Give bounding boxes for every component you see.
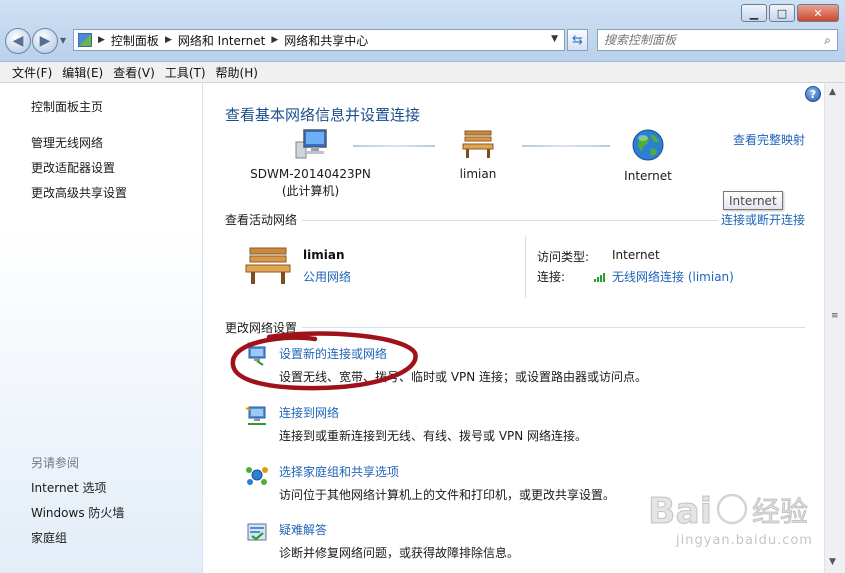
back-arrow-icon: ◀	[12, 33, 24, 49]
recent-pages-dropdown[interactable]: ▼	[60, 36, 66, 45]
sidebar-item-homegroup[interactable]: 家庭组	[31, 529, 67, 546]
close-button[interactable]: ✕	[797, 4, 839, 22]
map-node-network[interactable]: limian	[438, 128, 518, 183]
connect-network-icon	[245, 406, 266, 425]
vertical-divider	[525, 236, 526, 298]
wireless-connection-link[interactable]: 无线网络连接 (limian)	[612, 270, 734, 284]
active-networks-heading: 查看活动网络	[225, 213, 298, 227]
access-type-value: Internet	[612, 248, 660, 262]
connection-value[interactable]: 无线网络连接 (limian)	[594, 268, 734, 285]
breadcrumb-network-sharing-center[interactable]: 网络和共享中心	[284, 32, 368, 49]
access-type-label: 访问类型:	[537, 250, 590, 264]
section-divider	[302, 220, 718, 221]
connection-label: 连接:	[537, 270, 566, 284]
search-icon[interactable]: ⌕	[824, 33, 831, 48]
sidebar-item-internet-options[interactable]: Internet 选项	[31, 479, 106, 496]
tooltip: Internet	[723, 191, 783, 210]
troubleshoot-description: 诊断并修复网络问题，或获得故障排除信息。	[279, 546, 520, 560]
menu-view[interactable]: 查看(V)	[113, 64, 155, 81]
refresh-icon: ⇆	[572, 32, 583, 48]
scroll-thumb-grip-icon[interactable]: ≡	[831, 311, 839, 321]
chevron-right-icon[interactable]: ▶	[98, 35, 105, 45]
wireless-signal-icon	[594, 272, 608, 282]
chevron-down-icon: ▼	[60, 36, 67, 45]
left-navigation-pane: 控制面板主页 管理无线网络 更改适配器设置 更改高级共享设置 另请参阅 Inte…	[0, 83, 203, 573]
see-also-heading: 另请参阅	[31, 456, 80, 470]
breadcrumb-network-internet[interactable]: 网络和 Internet	[178, 32, 265, 49]
help-icon[interactable]: ?	[805, 86, 821, 102]
window-titlebar: ▁ □ ✕ ◀ ▶ ▼ ▶ 控制面板 ▶ 网络和 Internet ▶ 网络和共…	[0, 0, 845, 62]
new-connection-icon	[246, 342, 266, 366]
menu-tools[interactable]: 工具(T)	[165, 64, 206, 81]
minimize-button[interactable]: ▁	[741, 4, 767, 22]
back-button[interactable]: ◀	[5, 28, 31, 54]
setup-new-connection-link[interactable]: 设置新的连接或网络	[279, 345, 387, 362]
map-node-internet[interactable]: Internet	[608, 128, 688, 185]
chevron-right-icon[interactable]: ▶	[165, 35, 172, 45]
menu-file[interactable]: 文件(F)	[12, 64, 52, 81]
network-bench-icon	[245, 247, 291, 284]
menu-edit[interactable]: 编辑(E)	[62, 64, 103, 81]
view-full-map-link[interactable]: 查看完整映射	[733, 131, 805, 148]
change-settings-heading: 更改网络设置	[225, 321, 298, 335]
map-node-computer[interactable]: SDWM-20140423PN (此计算机)	[243, 128, 378, 200]
breadcrumb-control-panel[interactable]: 控制面板	[111, 32, 159, 49]
sidebar-item-manage-wireless[interactable]: 管理无线网络	[31, 134, 103, 151]
address-bar[interactable]: ▶ 控制面板 ▶ 网络和 Internet ▶ 网络和共享中心 ▼	[73, 29, 565, 51]
svg-text:Bai: Bai	[648, 491, 712, 532]
bench-icon	[462, 130, 494, 158]
svg-text:经验: 经验	[752, 495, 808, 528]
map-connector	[353, 145, 435, 147]
section-divider	[302, 327, 805, 328]
forward-arrow-icon: ▶	[39, 33, 51, 49]
active-network-name: limian	[303, 248, 345, 262]
refresh-button[interactable]: ⇆	[567, 29, 588, 51]
window-controls: ▁ □ ✕	[739, 4, 839, 22]
globe-icon	[632, 129, 664, 161]
computer-icon	[295, 129, 327, 159]
connect-to-network-link[interactable]: 连接到网络	[279, 404, 339, 421]
map-connector	[522, 145, 610, 147]
maximize-button[interactable]: □	[769, 4, 795, 22]
sidebar-item-windows-firewall[interactable]: Windows 防火墙	[31, 504, 124, 521]
network-node-name: limian	[459, 167, 497, 181]
address-dropdown-icon[interactable]: ▼	[551, 34, 558, 44]
sidebar-item-control-panel-home[interactable]: 控制面板主页	[31, 98, 103, 115]
page-title: 查看基本网络信息并设置连接	[225, 106, 421, 124]
homegroup-icon	[246, 467, 268, 485]
search-input[interactable]	[598, 31, 808, 49]
network-type-link[interactable]: 公用网络	[303, 268, 351, 285]
troubleshoot-icon	[247, 523, 267, 541]
watermark-url: jingyan.baidu.com	[676, 533, 813, 548]
scroll-up-icon[interactable]: ▲	[829, 87, 836, 97]
menu-bar: 文件(F) 编辑(E) 查看(V) 工具(T) 帮助(H)	[0, 62, 845, 83]
connect-to-network-description: 连接到或重新连接到无线、有线、拨号或 VPN 网络连接。	[279, 429, 588, 443]
forward-button[interactable]: ▶	[32, 28, 58, 54]
homegroup-sharing-link[interactable]: 选择家庭组和共享选项	[279, 463, 399, 480]
control-panel-icon	[78, 33, 92, 47]
computer-subtitle: (此计算机)	[281, 184, 340, 198]
setup-new-connection-description: 设置无线、宽带、拨号、临时或 VPN 连接；或设置路由器或访问点。	[279, 370, 648, 384]
troubleshoot-link[interactable]: 疑难解答	[279, 521, 327, 538]
homegroup-sharing-description: 访问位于其他网络计算机上的文件和打印机，或更改共享设置。	[279, 488, 616, 502]
scroll-down-icon[interactable]: ▼	[829, 557, 836, 567]
connect-disconnect-link[interactable]: 连接或断开连接	[721, 211, 805, 228]
computer-name: SDWM-20140423PN	[250, 167, 371, 181]
chevron-right-icon[interactable]: ▶	[271, 35, 278, 45]
sidebar-item-advanced-sharing[interactable]: 更改高级共享设置	[31, 184, 127, 201]
menu-help[interactable]: 帮助(H)	[216, 64, 258, 81]
sidebar-item-adapter-settings[interactable]: 更改适配器设置	[31, 159, 115, 176]
search-box[interactable]: ⌕	[597, 29, 838, 51]
internet-node-name: Internet	[624, 169, 672, 183]
